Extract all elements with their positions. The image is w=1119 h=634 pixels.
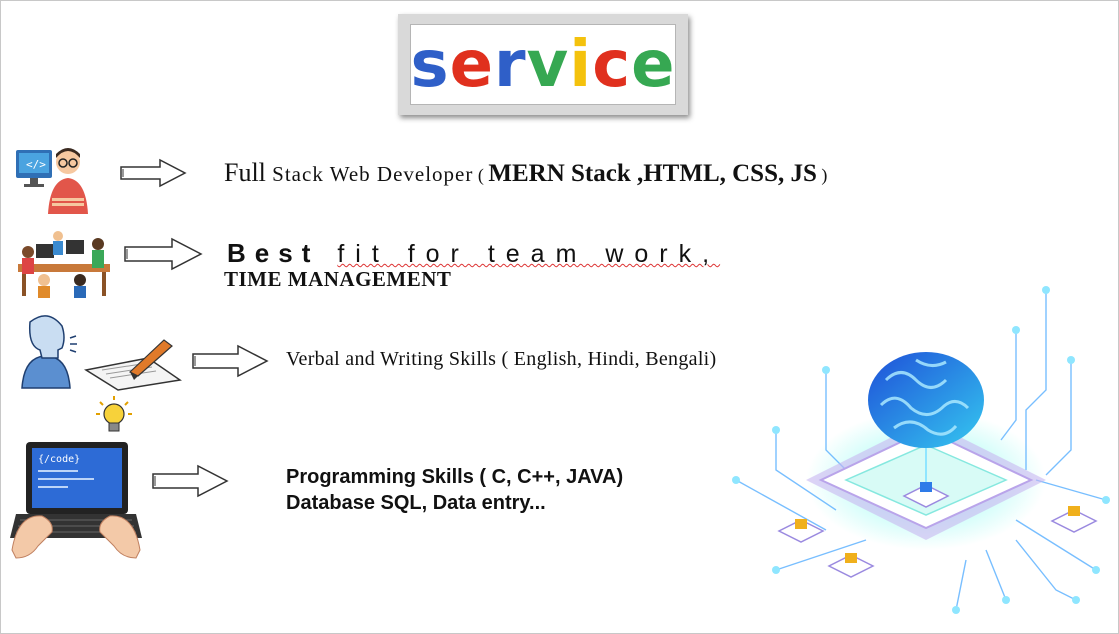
arrow-icon	[122, 236, 204, 277]
close-paren: )	[816, 165, 828, 185]
time-management-text: TIME MANAGEMENT	[224, 267, 452, 291]
tech-stack-text: MERN Stack ,HTML, CSS, JS	[488, 160, 817, 187]
title-letter: e	[631, 27, 676, 102]
programming-skills-text: Programming Skills ( C, C++, JAVA)	[286, 466, 624, 488]
database-skills-text: Database SQL, Data entry...	[286, 492, 546, 514]
svg-text:</>: </>	[26, 158, 46, 171]
writing-pen-icon	[82, 336, 182, 392]
title-frame: service	[398, 14, 688, 115]
developer-at-monitor-icon: </>	[14, 144, 92, 216]
title-letter: c	[592, 27, 632, 102]
title-letter: v	[526, 27, 570, 102]
service-teamwork: Best fit for team work,	[227, 238, 720, 269]
lightbulb-icon	[94, 394, 134, 438]
title-logo: service	[410, 33, 675, 97]
svg-text:{/code}: {/code}	[38, 454, 80, 465]
team-at-desks-icon	[14, 228, 114, 300]
title-letter: i	[569, 27, 593, 102]
verbal-writing-skills-text: Verbal and Writing Skills ( English, Hin…	[286, 348, 717, 370]
fit-for-team-work-text: fit for team work,	[337, 240, 721, 268]
speaking-person-icon	[18, 312, 78, 390]
full-text: Full	[224, 158, 266, 187]
laptop-coding-icon: {/code}	[8, 440, 144, 562]
title-letter: r	[493, 27, 527, 102]
title-panel: service	[410, 24, 676, 105]
title-letter: s	[410, 27, 450, 102]
arrow-icon	[190, 343, 270, 384]
arrow-icon	[150, 463, 230, 504]
open-paren: (	[473, 165, 489, 185]
title-letter: e	[449, 27, 494, 102]
stack-web-developer-text: Stack Web Developer	[265, 162, 474, 186]
arrow-icon	[118, 157, 188, 194]
service-full-stack: Full Stack Web Developer ( MERN Stack ,H…	[224, 158, 827, 188]
best-text: Best	[227, 238, 320, 268]
ai-brain-circuit-illustration	[716, 270, 1116, 620]
